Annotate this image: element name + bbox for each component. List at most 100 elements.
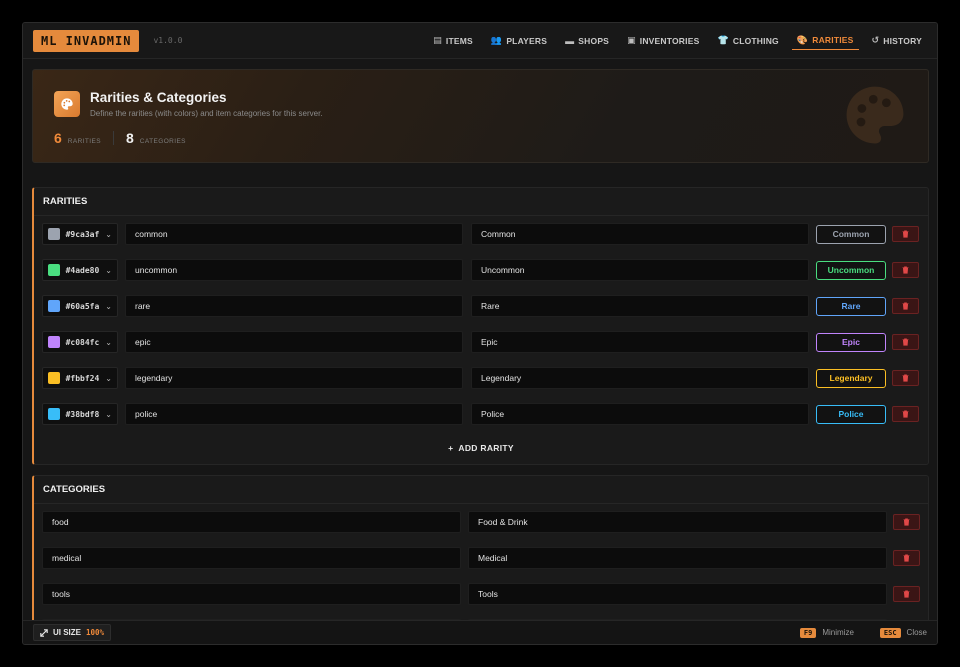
- category-id-input[interactable]: food: [42, 511, 461, 533]
- color-picker[interactable]: #38bdf8 ⌄: [42, 403, 118, 425]
- delete-rarity-button[interactable]: [892, 226, 919, 242]
- nav-players[interactable]: 👥 PLAYERS: [486, 32, 552, 50]
- chevron-down-icon: ⌄: [105, 301, 112, 311]
- trash-icon: [902, 302, 909, 310]
- categories-heading: CATEGORIES: [34, 476, 928, 504]
- color-picker[interactable]: #c084fc ⌄: [42, 331, 118, 353]
- nav-rarities[interactable]: 🎨 RARITIES: [791, 32, 859, 50]
- rarity-preview-badge: Uncommon: [816, 260, 886, 280]
- rarity-id-input[interactable]: police: [125, 403, 463, 425]
- delete-category-button[interactable]: [893, 586, 920, 602]
- nav-clothing-label: CLOTHING: [732, 35, 779, 46]
- palette-icon: [54, 91, 80, 117]
- delete-rarity-button[interactable]: [892, 370, 919, 386]
- color-picker[interactable]: #4ade80 ⌄: [42, 259, 118, 281]
- rarity-label-input[interactable]: Uncommon: [471, 259, 809, 281]
- rarity-label-input[interactable]: Common: [471, 223, 809, 245]
- trash-icon: [903, 554, 910, 562]
- add-rarity-button[interactable]: + ADD RARITY: [34, 432, 928, 464]
- color-picker[interactable]: #60a5fa ⌄: [42, 295, 118, 317]
- category-label-input[interactable]: Tools: [468, 583, 887, 605]
- color-swatch: [48, 300, 60, 312]
- rarity-id-input[interactable]: uncommon: [125, 259, 463, 281]
- nav-clothing[interactable]: 👕 CLOTHING: [712, 32, 783, 50]
- main-nav: ▤ ITEMS 👥 PLAYERS ▬ SHOPS ▣ INVENTORIES 👕 CLOTHIN…: [428, 32, 927, 50]
- rarity-id-input[interactable]: epic: [125, 331, 463, 353]
- color-swatch: [48, 336, 60, 348]
- nav-shops-label: SHOPS: [578, 35, 610, 46]
- ui-size-label: UI SIZE: [53, 628, 82, 637]
- category-row: food Food & Drink: [34, 504, 928, 540]
- category-count: 8: [125, 130, 134, 146]
- nav-rarities-icon: 🎨: [796, 34, 809, 45]
- nav-players-label: PLAYERS: [506, 35, 548, 46]
- color-hex: #c084fc: [65, 337, 100, 347]
- trash-icon: [902, 374, 909, 382]
- category-id-input[interactable]: tools: [42, 583, 461, 605]
- color-picker[interactable]: #9ca3af ⌄: [42, 223, 118, 245]
- nav-items-icon: ▤: [433, 35, 442, 45]
- nav-players-icon: 👥: [490, 35, 503, 45]
- minimize-key[interactable]: F9: [799, 627, 817, 638]
- category-id-input[interactable]: medical: [42, 547, 461, 569]
- hero-banner: Rarities & Categories Define the raritie…: [32, 69, 929, 163]
- category-count-label: CATEGORIES: [139, 138, 186, 145]
- chevron-down-icon: ⌄: [105, 229, 112, 239]
- footer-bar: UI SIZE 100% F9 Minimize ESC Close: [23, 620, 937, 644]
- top-bar: ML INVADMIN v1.0.0 ▤ ITEMS 👥 PLAYERS ▬ SHOPS ▣…: [23, 23, 937, 59]
- delete-rarity-button[interactable]: [892, 334, 919, 350]
- color-swatch: [48, 408, 60, 420]
- stat-divider: [112, 131, 114, 145]
- nav-clothing-icon: 👕: [717, 35, 729, 45]
- resize-icon: [40, 628, 48, 637]
- nav-inventories[interactable]: ▣ INVENTORIES: [622, 32, 704, 50]
- rarity-id-input[interactable]: legendary: [125, 367, 463, 389]
- rarity-label-input[interactable]: Epic: [471, 331, 809, 353]
- close-key[interactable]: ESC: [879, 627, 901, 638]
- rarity-label-input[interactable]: Legendary: [471, 367, 809, 389]
- delete-rarity-button[interactable]: [892, 406, 919, 422]
- rarity-id-input[interactable]: rare: [125, 295, 463, 317]
- palette-watermark-icon: [846, 86, 904, 144]
- main-content: Rarities & Categories Define the raritie…: [32, 69, 929, 622]
- nav-shops[interactable]: ▬ SHOPS: [560, 32, 614, 50]
- color-picker[interactable]: #fbbf24 ⌄: [42, 367, 118, 389]
- version-label: v1.0.0: [153, 36, 183, 45]
- rarity-label-input[interactable]: Rare: [471, 295, 809, 317]
- rarity-count: 6: [54, 130, 62, 146]
- nav-history[interactable]: ↺ HISTORY: [867, 32, 927, 50]
- rarity-row: #9ca3af ⌄ common Common Common: [34, 216, 928, 252]
- delete-category-button[interactable]: [893, 550, 920, 566]
- trash-icon: [903, 518, 910, 526]
- rarity-row: #4ade80 ⌄ uncommon Uncommon Uncommon: [34, 252, 928, 288]
- ui-size-value: 100%: [86, 628, 105, 637]
- rarity-row: #38bdf8 ⌄ police Police Police: [34, 396, 928, 432]
- nav-items-label: ITEMS: [445, 35, 473, 46]
- chevron-down-icon: ⌄: [105, 373, 112, 383]
- category-label-input[interactable]: Medical: [468, 547, 887, 569]
- trash-icon: [902, 266, 909, 274]
- trash-icon: [902, 230, 909, 238]
- ui-size-button[interactable]: UI SIZE 100%: [33, 624, 112, 641]
- rarity-list: #9ca3af ⌄ common Common Common #4ade80 ⌄ uncomm…: [34, 216, 928, 432]
- color-hex: #60a5fa: [65, 301, 100, 311]
- delete-rarity-button[interactable]: [892, 262, 919, 278]
- hero-stats: 6 RARITIES 8 CATEGORIES: [54, 130, 186, 146]
- category-label-input[interactable]: Food & Drink: [468, 511, 887, 533]
- chevron-down-icon: ⌄: [105, 409, 112, 419]
- category-row: medical Medical: [34, 540, 928, 576]
- rarity-label-input[interactable]: Police: [471, 403, 809, 425]
- page-subtitle: Define the rarities (with colors) and it…: [90, 109, 323, 118]
- color-hex: #38bdf8: [65, 409, 100, 419]
- rarity-id-input[interactable]: common: [125, 223, 463, 245]
- rarities-section: RARITIES #9ca3af ⌄ common Common Common #4ade…: [32, 187, 929, 465]
- delete-category-button[interactable]: [893, 514, 920, 530]
- footer-shortcuts: F9 Minimize ESC Close: [799, 627, 927, 638]
- delete-rarity-button[interactable]: [892, 298, 919, 314]
- close-label: Close: [906, 628, 927, 637]
- nav-items[interactable]: ▤ ITEMS: [428, 32, 478, 50]
- rarity-row: #c084fc ⌄ epic Epic Epic: [34, 324, 928, 360]
- color-hex: #fbbf24: [65, 373, 100, 383]
- brand-logo: ML INVADMIN: [33, 29, 140, 52]
- page-title: Rarities & Categories: [90, 90, 227, 105]
